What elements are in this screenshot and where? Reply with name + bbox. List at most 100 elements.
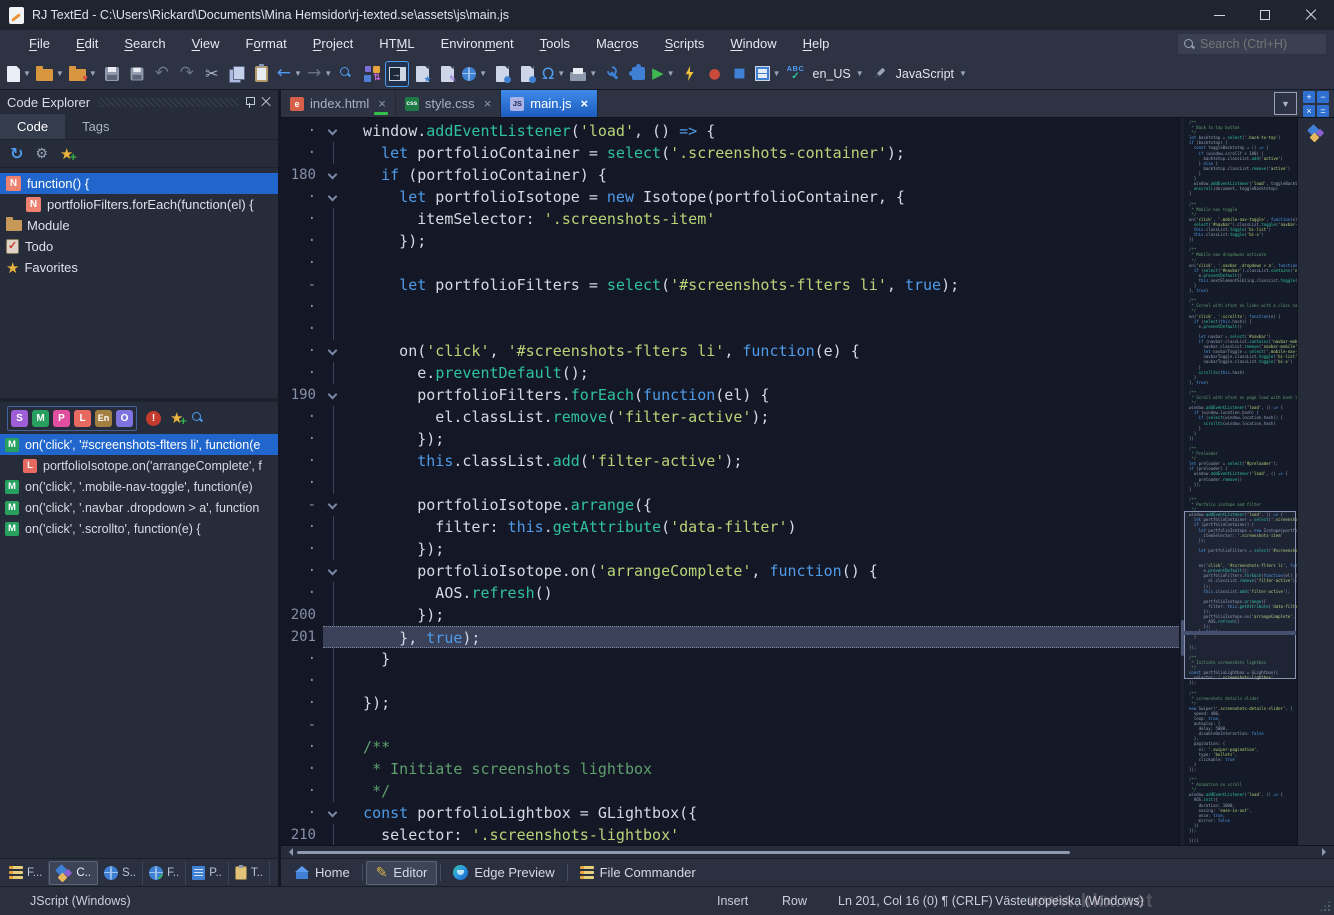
- sort-arrange-button[interactable]: ⇅: [360, 61, 384, 87]
- line-number[interactable]: ·: [281, 758, 323, 780]
- save-all-button[interactable]: [125, 61, 149, 87]
- view-tab-home[interactable]: Home: [286, 861, 359, 885]
- chevron-down-icon[interactable]: ▼: [589, 69, 597, 78]
- preview-browser-button[interactable]: ▼: [460, 61, 489, 87]
- close-tab-icon[interactable]: ×: [580, 97, 588, 110]
- scrollbar-thumb[interactable]: [297, 851, 1070, 854]
- menu-html[interactable]: HTML: [366, 30, 427, 58]
- line-number[interactable]: -: [281, 714, 323, 736]
- line-number[interactable]: ·: [281, 802, 323, 824]
- line-number[interactable]: ·: [281, 450, 323, 472]
- fold-gutter[interactable]: [323, 802, 345, 824]
- line-number[interactable]: ·: [281, 736, 323, 758]
- chevron-down-icon[interactable]: ▼: [56, 69, 64, 78]
- chevron-down-icon[interactable]: ▼: [479, 69, 487, 78]
- tab-list-dropdown[interactable]: ▼: [1274, 92, 1297, 115]
- fold-gutter[interactable]: [323, 758, 345, 780]
- close-panel-icon[interactable]: [261, 97, 271, 107]
- nav-forward-button[interactable]: →▼: [305, 61, 334, 87]
- page-preview-button[interactable]: ●: [515, 61, 539, 87]
- fold-gutter[interactable]: [323, 736, 345, 758]
- layout-grid-button[interactable]: ▼: [753, 61, 783, 87]
- minimap[interactable]: /** * Back to top button */let backtotop…: [1179, 118, 1297, 845]
- menu-search-box[interactable]: [1178, 34, 1326, 54]
- filter-badge-s[interactable]: S: [11, 410, 28, 427]
- chevron-down-icon[interactable]: ▼: [23, 69, 31, 78]
- special-chars-button[interactable]: Ω▼: [540, 61, 567, 87]
- fold-gutter[interactable]: [323, 582, 345, 604]
- alert-icon[interactable]: !: [146, 411, 161, 426]
- fold-gutter[interactable]: [323, 362, 345, 384]
- status-wrap-mode[interactable]: Row: [782, 894, 807, 908]
- syntax-theme-button[interactable]: [867, 61, 891, 87]
- fold-gutter[interactable]: [323, 164, 345, 186]
- panel-drag-handle[interactable]: [97, 98, 238, 107]
- line-number[interactable]: ·: [281, 252, 323, 274]
- cut-button[interactable]: ✂: [200, 61, 224, 87]
- line-number[interactable]: ·: [281, 670, 323, 692]
- chevron-down-icon[interactable]: ▼: [773, 69, 781, 78]
- syntax-mode-button[interactable]: JavaScript▼: [892, 61, 969, 87]
- fold-gutter[interactable]: [323, 318, 345, 340]
- line-number[interactable]: ·: [281, 142, 323, 164]
- horizontal-scrollbar[interactable]: [281, 845, 1334, 858]
- chevron-down-icon[interactable]: ▼: [89, 69, 97, 78]
- explorer-tab-tags[interactable]: Tags: [65, 114, 126, 139]
- panel-tab-f[interactable]: ✓F..: [143, 861, 186, 885]
- fold-gutter[interactable]: [323, 208, 345, 230]
- tree-item[interactable]: Module: [0, 215, 278, 236]
- fold-gutter[interactable]: [323, 384, 345, 406]
- close-button[interactable]: [1288, 0, 1334, 30]
- fold-gutter[interactable]: [323, 406, 345, 428]
- fold-gutter[interactable]: [323, 230, 345, 252]
- line-number[interactable]: ·: [281, 780, 323, 802]
- undo-button[interactable]: ↶: [150, 61, 174, 87]
- line-number[interactable]: ·: [281, 472, 323, 494]
- doc-tab-style.css[interactable]: cssstyle.css×: [396, 90, 501, 117]
- code-editor[interactable]: · window.addEventListener('load', () => …: [281, 118, 1179, 845]
- fold-gutter[interactable]: [323, 274, 345, 296]
- fold-gutter[interactable]: [323, 824, 345, 845]
- fold-gutter[interactable]: [323, 714, 345, 736]
- panel-tab-s[interactable]: S..: [98, 861, 143, 885]
- line-number[interactable]: ·: [281, 296, 323, 318]
- fold-gutter[interactable]: [323, 450, 345, 472]
- line-number[interactable]: ·: [281, 120, 323, 142]
- nav-back-button[interactable]: ←▼: [275, 61, 304, 87]
- fold-gutter[interactable]: [323, 516, 345, 538]
- minimap-viewport[interactable]: [1184, 511, 1296, 680]
- menu-tools[interactable]: Tools: [527, 30, 583, 58]
- menu-environment[interactable]: Environment: [428, 30, 527, 58]
- minimap-scrollbar[interactable]: [1180, 118, 1184, 845]
- filter-badge-l[interactable]: L: [74, 410, 91, 427]
- menu-macros[interactable]: Macros: [583, 30, 652, 58]
- fold-gutter[interactable]: [323, 604, 345, 626]
- doc-template-button[interactable]: ★: [410, 61, 434, 87]
- symbol-list-item[interactable]: Mon('click', '#screenshots-flters li', f…: [0, 434, 278, 455]
- save-button[interactable]: [100, 61, 124, 87]
- fold-gutter[interactable]: [323, 428, 345, 450]
- redo-button[interactable]: ↷: [175, 61, 199, 87]
- line-number[interactable]: ·: [281, 208, 323, 230]
- line-number[interactable]: 180: [281, 164, 323, 186]
- filter-badge-o[interactable]: O: [116, 410, 133, 427]
- fold-gutter[interactable]: [323, 780, 345, 802]
- line-number[interactable]: -: [281, 494, 323, 516]
- chevron-down-icon[interactable]: ▼: [667, 69, 675, 78]
- tools-button[interactable]: [600, 61, 624, 87]
- symbol-list-item[interactable]: Mon('click', '.navbar .dropdown > a', fu…: [0, 497, 278, 518]
- chevron-down-icon[interactable]: ▼: [294, 69, 302, 78]
- explorer-tab-code[interactable]: Code: [0, 114, 65, 139]
- line-number[interactable]: 200: [281, 604, 323, 626]
- menu-view[interactable]: View: [179, 30, 233, 58]
- tree-item[interactable]: ★Favorites: [0, 257, 278, 278]
- pin-icon[interactable]: [245, 96, 254, 108]
- menu-edit[interactable]: Edit: [63, 30, 111, 58]
- chevron-down-icon[interactable]: ▼: [959, 69, 967, 78]
- fold-gutter[interactable]: [323, 627, 345, 647]
- status-syntax-mode[interactable]: JScript (Windows): [30, 894, 131, 908]
- fold-gutter[interactable]: [323, 296, 345, 318]
- panel-tab-t[interactable]: T..: [229, 861, 270, 885]
- scroll-right-arrow[interactable]: [1322, 848, 1330, 856]
- doc-tab-main.js[interactable]: JSmain.js×: [501, 90, 598, 117]
